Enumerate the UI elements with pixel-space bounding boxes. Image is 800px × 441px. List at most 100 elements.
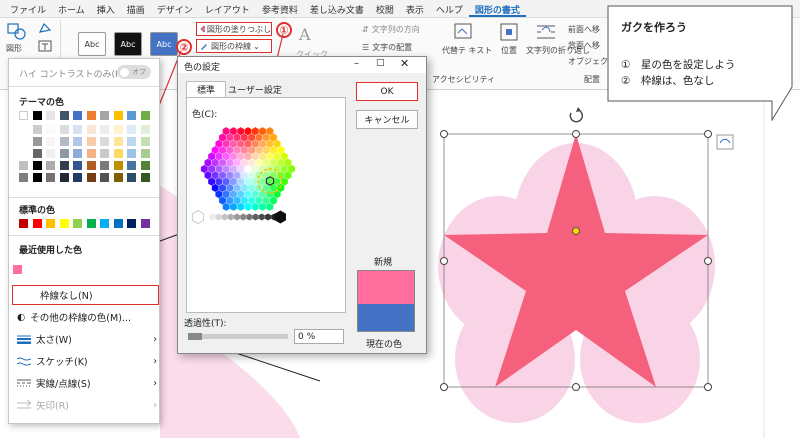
theme-color-swatch[interactable] bbox=[73, 111, 82, 120]
gray-hex-cell[interactable] bbox=[209, 213, 216, 221]
standard-color-swatch[interactable] bbox=[19, 219, 28, 228]
transparency-slider-track[interactable] bbox=[188, 333, 288, 340]
theme-color-swatch[interactable] bbox=[59, 111, 69, 120]
theme-color-swatch[interactable] bbox=[86, 173, 96, 182]
theme-color-swatch[interactable] bbox=[113, 161, 123, 170]
gray-hex-cell[interactable] bbox=[240, 213, 247, 221]
gray-hex-cell[interactable] bbox=[227, 213, 234, 221]
theme-color-swatch[interactable] bbox=[140, 173, 150, 182]
theme-color-swatch[interactable] bbox=[100, 137, 109, 146]
minimize-icon[interactable]: – bbox=[354, 58, 359, 69]
arrows-item[interactable]: 矢印(R) › bbox=[17, 395, 157, 415]
grayscale-picker[interactable] bbox=[186, 207, 346, 227]
sketch-item[interactable]: スケッチ(K) › bbox=[17, 351, 157, 371]
theme-color-swatch[interactable] bbox=[100, 161, 109, 170]
standard-color-swatch[interactable] bbox=[100, 219, 109, 228]
close-icon[interactable]: ✕ bbox=[400, 57, 409, 70]
theme-color-swatch[interactable] bbox=[100, 173, 109, 182]
standard-color-swatch[interactable] bbox=[140, 219, 150, 228]
gray-hex-cell[interactable] bbox=[274, 210, 286, 224]
theme-color-swatch[interactable] bbox=[140, 111, 150, 120]
transparency-input[interactable]: 0 % bbox=[294, 329, 344, 344]
theme-color-swatch[interactable] bbox=[73, 161, 82, 170]
theme-color-swatch[interactable] bbox=[32, 173, 42, 182]
recent-color-swatch[interactable] bbox=[13, 265, 22, 274]
standard-color-swatch[interactable] bbox=[86, 219, 96, 228]
gray-hex-cell[interactable] bbox=[234, 213, 240, 221]
standard-color-swatch[interactable] bbox=[32, 219, 42, 228]
gray-hex-cell[interactable] bbox=[191, 209, 205, 225]
theme-color-swatch[interactable] bbox=[59, 149, 69, 158]
theme-color-swatch[interactable] bbox=[127, 161, 136, 170]
maximize-icon[interactable]: □ bbox=[376, 58, 385, 68]
theme-color-swatch[interactable] bbox=[59, 125, 69, 134]
weight-item[interactable]: 太さ(W) › bbox=[17, 329, 157, 349]
gray-hex-cell[interactable] bbox=[252, 213, 259, 221]
theme-color-swatch[interactable] bbox=[19, 161, 28, 170]
theme-color-swatch[interactable] bbox=[100, 149, 109, 158]
theme-color-swatch[interactable] bbox=[73, 149, 82, 158]
theme-color-swatch[interactable] bbox=[113, 137, 123, 146]
theme-color-swatch[interactable] bbox=[113, 111, 123, 120]
theme-color-swatch[interactable] bbox=[73, 173, 82, 182]
theme-color-swatch[interactable] bbox=[32, 111, 42, 120]
theme-color-swatch[interactable] bbox=[113, 149, 123, 158]
theme-color-swatch[interactable] bbox=[59, 173, 69, 182]
standard-color-swatch[interactable] bbox=[46, 219, 55, 228]
theme-color-swatch[interactable] bbox=[46, 149, 55, 158]
gray-hex-cell[interactable] bbox=[215, 213, 222, 221]
more-outline-colors-item[interactable]: ◐ その他の枠線の色(M)... bbox=[17, 307, 131, 327]
theme-color-swatch[interactable] bbox=[113, 173, 123, 182]
theme-color-swatch[interactable] bbox=[113, 125, 123, 134]
theme-color-swatch[interactable] bbox=[19, 149, 28, 158]
theme-color-swatch[interactable] bbox=[32, 137, 42, 146]
theme-color-swatch[interactable] bbox=[73, 137, 82, 146]
theme-color-swatch[interactable] bbox=[32, 149, 42, 158]
no-outline-item[interactable]: 枠線なし(N) bbox=[12, 285, 159, 305]
theme-color-swatch[interactable] bbox=[86, 125, 96, 134]
theme-color-swatch[interactable] bbox=[19, 173, 28, 182]
standard-color-swatch[interactable] bbox=[59, 219, 69, 228]
standard-color-swatch[interactable] bbox=[127, 219, 136, 228]
theme-color-swatch[interactable] bbox=[140, 149, 150, 158]
theme-color-grid[interactable] bbox=[19, 111, 155, 189]
theme-color-swatch[interactable] bbox=[140, 137, 150, 146]
theme-color-swatch[interactable] bbox=[100, 111, 109, 120]
theme-color-swatch[interactable] bbox=[46, 111, 55, 120]
theme-color-swatch[interactable] bbox=[19, 125, 28, 134]
theme-color-swatch[interactable] bbox=[32, 125, 42, 134]
theme-color-swatch[interactable] bbox=[127, 173, 136, 182]
theme-color-swatch[interactable] bbox=[46, 125, 55, 134]
theme-color-swatch[interactable] bbox=[140, 161, 150, 170]
theme-color-swatch[interactable] bbox=[86, 161, 96, 170]
transparency-slider-thumb[interactable] bbox=[188, 333, 202, 340]
tab-standard[interactable]: 標準 bbox=[186, 81, 226, 97]
tab-custom[interactable]: ユーザー設定 bbox=[228, 83, 282, 96]
high-contrast-toggle[interactable]: オフ bbox=[117, 65, 151, 79]
standard-color-swatch[interactable] bbox=[113, 219, 123, 228]
dashes-item[interactable]: 実線/点線(S) › bbox=[17, 373, 157, 393]
theme-color-swatch[interactable] bbox=[127, 149, 136, 158]
standard-color-swatch[interactable] bbox=[73, 219, 82, 228]
gray-hex-cell[interactable] bbox=[246, 213, 253, 221]
theme-color-swatch[interactable] bbox=[59, 161, 69, 170]
theme-color-swatch[interactable] bbox=[127, 125, 136, 134]
theme-color-swatch[interactable] bbox=[59, 137, 69, 146]
theme-color-swatch[interactable] bbox=[46, 137, 55, 146]
standard-color-row[interactable] bbox=[19, 219, 155, 229]
theme-color-swatch[interactable] bbox=[46, 173, 55, 182]
theme-color-swatch[interactable] bbox=[46, 161, 55, 170]
theme-color-swatch[interactable] bbox=[19, 137, 28, 146]
theme-color-swatch[interactable] bbox=[140, 125, 150, 134]
theme-color-swatch[interactable] bbox=[100, 125, 109, 134]
theme-color-swatch[interactable] bbox=[32, 161, 42, 170]
theme-color-swatch[interactable] bbox=[127, 111, 136, 120]
gray-hex-cell[interactable] bbox=[258, 213, 265, 221]
gray-hex-cell[interactable] bbox=[265, 213, 271, 221]
theme-color-swatch[interactable] bbox=[127, 137, 136, 146]
cancel-button[interactable]: キャンセル bbox=[356, 110, 418, 129]
theme-color-swatch[interactable] bbox=[73, 125, 82, 134]
theme-color-swatch[interactable] bbox=[86, 149, 96, 158]
theme-color-swatch[interactable] bbox=[19, 111, 28, 120]
theme-color-swatch[interactable] bbox=[86, 137, 96, 146]
